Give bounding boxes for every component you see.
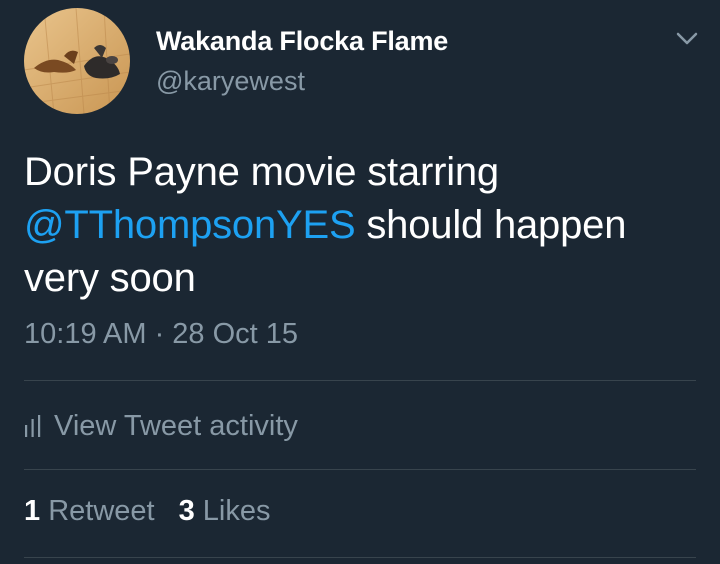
divider — [24, 469, 696, 470]
view-activity-button[interactable]: View Tweet activity — [24, 406, 298, 446]
likes-count: 3 — [178, 495, 195, 527]
view-activity-label: View Tweet activity — [54, 409, 298, 442]
divider — [24, 380, 696, 381]
author-display-name[interactable]: Wakanda Flocka Flame — [156, 26, 448, 57]
avatar[interactable] — [24, 8, 130, 114]
bar-chart-icon — [24, 415, 42, 437]
author-handle[interactable]: @karyewest — [156, 66, 305, 97]
retweets-stat[interactable]: 1 Retweet — [24, 495, 155, 528]
tweet-text: Doris Payne movie starring @TThompsonYES… — [24, 146, 704, 305]
tweet-timestamp: 10:19 AM · 28 Oct 15 — [24, 318, 299, 350]
chevron-down-icon[interactable] — [672, 26, 702, 50]
tweet-text-part: Doris Payne movie starring — [24, 150, 499, 194]
tweet-detail: Wakanda Flocka Flame @karyewest Doris Pa… — [0, 0, 720, 564]
retweets-label: Retweet — [48, 495, 155, 527]
likes-stat[interactable]: 3 Likes — [179, 495, 271, 528]
tweet-stats: 1 Retweet 3 Likes — [24, 495, 271, 528]
avatar-image — [24, 8, 130, 114]
divider — [24, 557, 696, 558]
mention-link[interactable]: @TThompsonYES — [24, 203, 356, 247]
retweets-count: 1 — [24, 495, 41, 527]
likes-label: Likes — [202, 495, 271, 527]
